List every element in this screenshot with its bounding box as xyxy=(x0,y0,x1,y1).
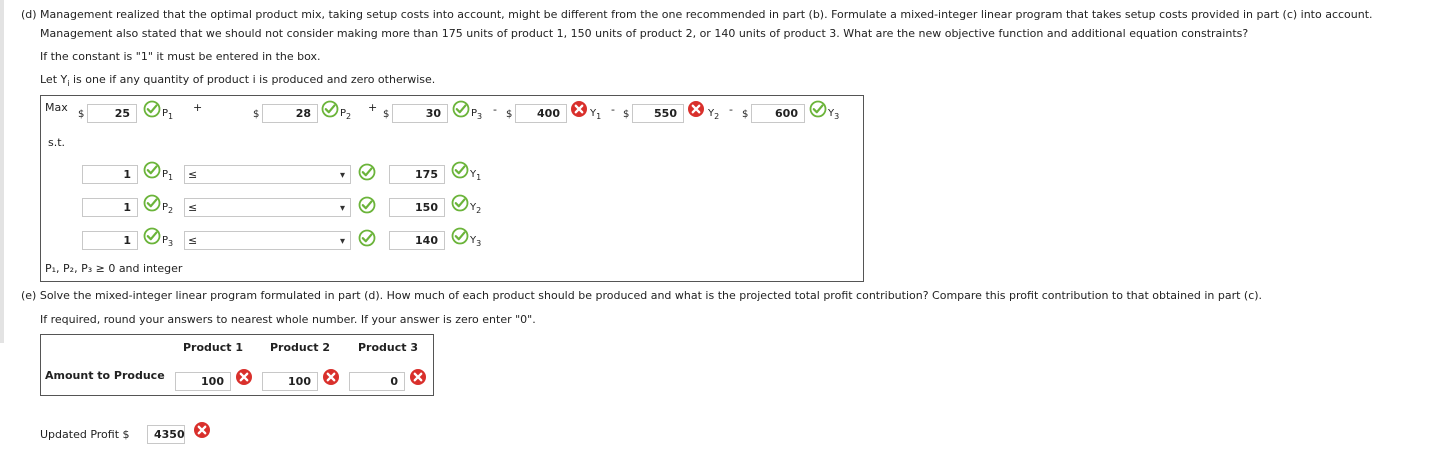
variable-label: Y3 xyxy=(470,235,482,248)
check-icon xyxy=(143,227,161,245)
constraint-coef-input[interactable]: 1 xyxy=(82,198,138,217)
constraint-rhs-input[interactable]: 150 xyxy=(389,198,445,217)
variable-label: Y2 xyxy=(470,202,482,215)
amount-row-label: Amount to Produce xyxy=(45,369,165,382)
relation-value: ≤ xyxy=(188,201,198,214)
dollar-sign: $ xyxy=(742,109,749,120)
operator: + xyxy=(368,101,378,114)
header-product-2: Product 2 xyxy=(270,341,331,354)
objective-coef-input[interactable]: 25 xyxy=(87,104,137,123)
header-product-1: Product 1 xyxy=(183,341,244,354)
part-d-question: (d) Management realized that the optimal… xyxy=(21,8,1373,21)
constraint-rhs-input[interactable]: 140 xyxy=(389,231,445,250)
operator: - xyxy=(729,103,733,116)
relation-value: ≤ xyxy=(188,234,198,247)
dollar-sign: $ xyxy=(78,109,85,120)
error-icon xyxy=(409,368,427,386)
check-icon xyxy=(809,100,827,118)
model-box xyxy=(40,95,864,282)
binary-definition: Let Yi is one if any quantity of product… xyxy=(40,73,436,89)
nonnegativity: P₁, P₂, P₃ ≥ 0 and integer xyxy=(45,262,183,275)
objective-coef-input[interactable]: 400 xyxy=(515,104,567,123)
check-icon xyxy=(451,161,469,179)
constant-note: If the constant is "1" it must be entere… xyxy=(40,50,321,63)
st-label: s.t. xyxy=(48,136,66,149)
relation-value: ≤ xyxy=(188,168,198,181)
error-icon xyxy=(235,368,253,386)
constraint-coef-input[interactable]: 1 xyxy=(82,165,138,184)
variable-label: Y2 xyxy=(708,108,720,121)
relation-select[interactable]: ≤ ▾ xyxy=(184,165,351,184)
variable-label: Y3 xyxy=(828,108,840,121)
amount-input-product-1[interactable]: 100 xyxy=(175,372,231,391)
error-icon xyxy=(687,100,705,118)
part-d-instructions: Management also stated that we should no… xyxy=(40,27,1249,40)
operator: - xyxy=(493,103,497,116)
error-icon xyxy=(193,421,211,439)
variable-label: P2 xyxy=(340,108,352,121)
variable-label: P3 xyxy=(162,235,174,248)
objective-coef-input[interactable]: 550 xyxy=(632,104,684,123)
chevron-down-icon: ▾ xyxy=(339,170,345,181)
relation-select[interactable]: ≤ ▾ xyxy=(184,198,351,217)
objective-coef-input[interactable]: 28 xyxy=(262,104,318,123)
dollar-sign: $ xyxy=(506,109,513,120)
objective-coef-input[interactable]: 600 xyxy=(751,104,805,123)
dollar-sign: $ xyxy=(623,109,630,120)
profit-label: Updated Profit $ xyxy=(40,428,130,441)
part-e-note: If required, round your answers to neare… xyxy=(40,313,536,326)
variable-label: P3 xyxy=(471,108,483,121)
check-icon xyxy=(321,100,339,118)
part-e-question: (e) Solve the mixed-integer linear progr… xyxy=(21,289,1263,302)
check-icon xyxy=(143,161,161,179)
check-icon xyxy=(451,194,469,212)
check-icon xyxy=(358,163,376,181)
relation-select[interactable]: ≤ ▾ xyxy=(184,231,351,250)
error-icon xyxy=(570,100,588,118)
chevron-down-icon: ▾ xyxy=(339,203,345,214)
variable-label: P2 xyxy=(162,202,174,215)
operator: + xyxy=(193,101,203,114)
amount-input-product-2[interactable]: 100 xyxy=(262,372,318,391)
constraint-rhs-input[interactable]: 175 xyxy=(389,165,445,184)
max-label: Max xyxy=(45,101,68,114)
objective-coef-input[interactable]: 30 xyxy=(392,104,448,123)
profit-input[interactable]: 4350 xyxy=(147,425,185,444)
variable-label: Y1 xyxy=(470,169,482,182)
left-scroll-strip xyxy=(0,0,4,343)
variable-label: P1 xyxy=(162,169,174,182)
check-icon xyxy=(452,100,470,118)
error-icon xyxy=(322,368,340,386)
check-icon xyxy=(451,227,469,245)
header-product-3: Product 3 xyxy=(358,341,419,354)
check-icon xyxy=(143,194,161,212)
operator: - xyxy=(611,103,615,116)
chevron-down-icon: ▾ xyxy=(339,236,345,247)
variable-label: Y1 xyxy=(590,108,602,121)
dollar-sign: $ xyxy=(383,109,390,120)
constraint-coef-input[interactable]: 1 xyxy=(82,231,138,250)
check-icon xyxy=(358,229,376,247)
dollar-sign: $ xyxy=(253,109,260,120)
check-icon xyxy=(358,196,376,214)
check-icon xyxy=(143,100,161,118)
amount-input-product-3[interactable]: 0 xyxy=(349,372,405,391)
variable-label: P1 xyxy=(162,108,174,121)
